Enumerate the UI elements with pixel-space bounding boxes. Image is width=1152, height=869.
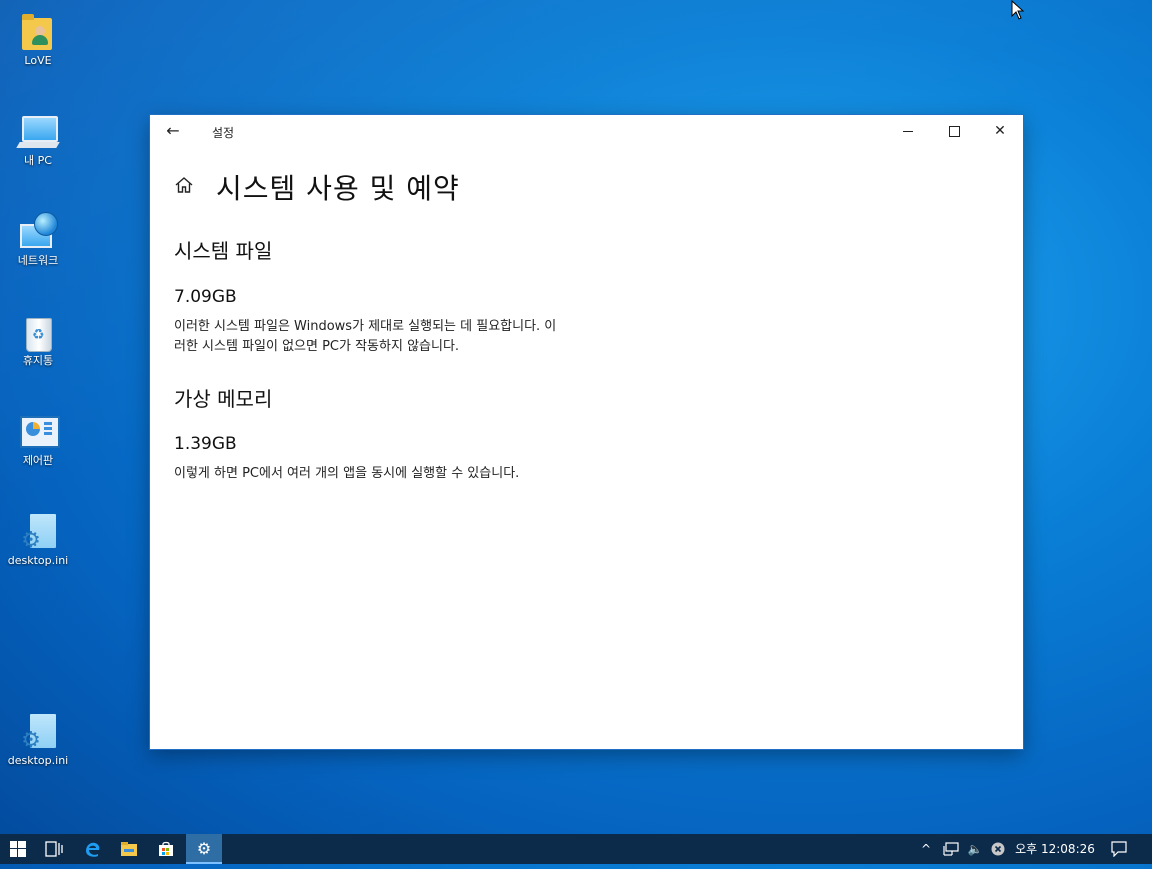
minimize-button[interactable] (885, 115, 931, 147)
back-arrow-icon: ← (166, 121, 180, 140)
system-files-size: 7.09GB (174, 287, 237, 307)
clock[interactable]: 오후 12:08:26 (1012, 834, 1098, 864)
close-button[interactable]: ✕ (977, 115, 1023, 147)
volume-icon: 🔈 (967, 842, 983, 856)
task-view-button[interactable] (36, 834, 72, 864)
virtual-memory-description: 이렇게 하면 PC에서 여러 개의 앱을 동시에 실행할 수 있습니다. (174, 464, 694, 484)
maximize-icon (948, 125, 960, 137)
title-bar[interactable]: ← 설정 ✕ (150, 115, 1023, 147)
start-button[interactable] (0, 834, 36, 864)
mouse-cursor-icon (1011, 0, 1025, 20)
description-line: 이렇게 하면 PC에서 여러 개의 앱을 동시에 실행할 수 있습니다. (174, 466, 520, 481)
computer-icon (16, 112, 60, 152)
home-icon[interactable] (174, 175, 194, 195)
desktop-icon-label: desktop.ini (7, 754, 69, 767)
desktop-icon-label: 휴지통 (22, 354, 54, 367)
error-tray-button[interactable] (988, 834, 1008, 864)
control-panel-icon (18, 412, 60, 452)
virtual-memory-size: 1.39GB (174, 434, 237, 454)
notification-icon (1111, 841, 1127, 858)
start-icon (10, 841, 26, 857)
task-view-icon (45, 841, 63, 857)
store-icon (159, 841, 173, 856)
file-explorer-button[interactable] (111, 834, 147, 864)
settings-taskbar-button[interactable]: ⚙ (186, 834, 222, 864)
settings-window: ← 설정 ✕ 시스템 사용 및 예약 시스템 파일 7.09GB 이러한 시스템… (150, 115, 1023, 749)
desktop-icon-label: 내 PC (24, 154, 52, 167)
settings-file-icon: ⚙ (18, 512, 58, 552)
network-tray-button[interactable] (940, 834, 962, 864)
section-title-system-files: 시스템 파일 (174, 239, 273, 263)
description-line: 러한 시스템 파일이 없으면 PC가 작동하지 않습니다. (174, 339, 460, 354)
edge-icon (86, 842, 100, 857)
desktop-icon-label: 네트워크 (17, 254, 59, 267)
desktop-icon-network[interactable]: 네트워크 (4, 212, 72, 268)
action-center-button[interactable] (1104, 834, 1134, 864)
show-hidden-icons-button[interactable]: ^ (916, 834, 936, 864)
taskbar: ⚙ ^ 🔈 오후 12:08:26 (0, 834, 1152, 864)
network-icon (943, 842, 959, 856)
recycle-bin-icon (18, 312, 58, 352)
edge-button[interactable] (74, 834, 110, 864)
chevron-up-icon: ^ (920, 842, 932, 856)
file-explorer-icon (121, 842, 137, 856)
settings-file-icon: ⚙ (18, 712, 58, 752)
section-title-virtual-memory: 가상 메모리 (174, 387, 273, 411)
desktop-icon-desktop-ini[interactable]: ⚙ desktop.ini (4, 512, 72, 568)
minimize-icon (903, 130, 913, 132)
page-title: 시스템 사용 및 예약 (216, 172, 460, 205)
back-button[interactable]: ← (158, 117, 188, 145)
user-folder-icon (18, 12, 58, 52)
desktop-icon-control-panel[interactable]: 제어판 (4, 412, 72, 468)
desktop-icon-recycle-bin[interactable]: 휴지통 (4, 312, 72, 368)
desktop-icon-desktop-ini-2[interactable]: ⚙ desktop.ini (4, 712, 72, 768)
desktop-icon-label: LoVE (24, 54, 52, 67)
network-icon (18, 212, 58, 252)
system-files-description: 이러한 시스템 파일은 Windows가 제대로 실행되는 데 필요합니다. 이… (174, 317, 614, 357)
volume-tray-button[interactable]: 🔈 (964, 834, 986, 864)
desktop-icon-label: 제어판 (22, 454, 54, 467)
store-button[interactable] (148, 834, 184, 864)
close-icon: ✕ (994, 123, 1006, 139)
desktop-icon-my-pc[interactable]: 내 PC (4, 112, 72, 168)
settings-icon: ⚙ (196, 839, 212, 858)
desktop-icon-label: desktop.ini (7, 554, 69, 567)
maximize-button[interactable] (931, 115, 977, 147)
description-line: 이러한 시스템 파일은 Windows가 제대로 실행되는 데 필요합니다. 이 (174, 319, 557, 334)
window-title: 설정 (212, 126, 235, 140)
desktop-icon-love[interactable]: LoVE (4, 12, 72, 68)
error-icon (991, 842, 1005, 856)
